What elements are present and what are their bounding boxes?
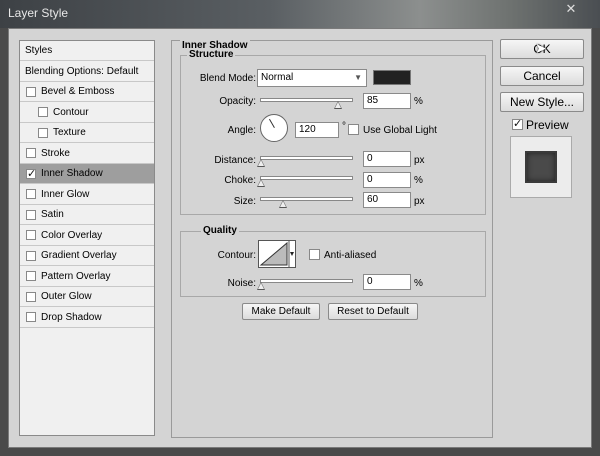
- distance-slider[interactable]: [257, 156, 353, 167]
- structure-title: Structure: [187, 49, 236, 60]
- layer-style-dialog: Styles Blending Options: Default Bevel & E…: [8, 28, 592, 448]
- noise-slider[interactable]: [257, 279, 353, 290]
- blend-mode-value: Normal: [261, 72, 294, 83]
- choke-label: Choke:: [224, 175, 256, 186]
- size-unit: px: [414, 196, 425, 207]
- sidebar-item-contour[interactable]: Contour: [20, 103, 154, 123]
- blend-mode-select[interactable]: Normal ▼: [257, 69, 367, 87]
- sidebar-item-checkbox[interactable]: [26, 271, 36, 281]
- angle-input[interactable]: 120: [295, 122, 339, 138]
- sidebar-item-stroke[interactable]: Stroke: [20, 144, 154, 164]
- noise-unit: %: [414, 278, 423, 289]
- sidebar-item-outer-glow[interactable]: Outer Glow: [20, 287, 154, 307]
- title-bar: Layer Style ✕: [0, 0, 600, 28]
- sidebar-item-label: Color Overlay: [41, 229, 103, 241]
- sidebar-item-label: Gradient Overlay: [41, 250, 117, 261]
- styles-list: Styles Blending Options: Default Bevel & E…: [19, 40, 155, 436]
- noise-input[interactable]: 0: [363, 274, 411, 290]
- contour-picker[interactable]: [258, 240, 296, 268]
- sidebar-item-label: Satin: [41, 209, 64, 220]
- sidebar-item-checkbox[interactable]: [26, 291, 36, 302]
- sidebar-item-checkbox[interactable]: [26, 167, 36, 180]
- shadow-color-swatch[interactable]: [373, 70, 411, 85]
- style-preview-swatch: [525, 151, 557, 183]
- quality-title: Quality: [201, 225, 239, 236]
- sidebar-item-pattern-overlay[interactable]: Pattern Overlay: [20, 267, 154, 287]
- mouse-cursor-icon: ➤: [535, 40, 547, 56]
- choke-input[interactable]: 0: [363, 172, 411, 188]
- sidebar-item-styles[interactable]: Styles: [20, 41, 154, 61]
- sidebar-item-satin[interactable]: Satin: [20, 205, 154, 225]
- contour-label: Contour:: [217, 250, 256, 261]
- distance-label: Distance:: [214, 155, 256, 166]
- sidebar-item-label: Texture: [53, 127, 86, 138]
- angle-dial[interactable]: [260, 114, 288, 142]
- opacity-input[interactable]: 85: [363, 93, 411, 109]
- use-global-light-label: Use Global Light: [363, 125, 437, 136]
- sidebar-item-texture[interactable]: Texture: [20, 123, 154, 143]
- close-icon[interactable]: ✕: [549, 0, 593, 19]
- angle-dial-needle: [269, 118, 275, 128]
- sidebar-item-checkbox[interactable]: [38, 127, 48, 138]
- opacity-label: Opacity:: [219, 96, 256, 107]
- cancel-button[interactable]: Cancel: [500, 66, 584, 86]
- use-global-light-checkbox[interactable]: [348, 124, 359, 135]
- sidebar-item-label: Blending Options: Default: [25, 65, 139, 77]
- noise-slider-handle[interactable]: [257, 282, 265, 290]
- sidebar-item-checkbox[interactable]: [26, 209, 36, 220]
- anti-aliased-checkbox[interactable]: [309, 249, 320, 260]
- distance-slider-handle[interactable]: [257, 159, 265, 167]
- sidebar-item-label: Drop Shadow: [41, 311, 102, 323]
- size-slider[interactable]: [260, 197, 353, 208]
- preview-label: Preview: [526, 118, 569, 132]
- angle-label: Angle:: [227, 125, 256, 136]
- sidebar-item-checkbox[interactable]: [38, 107, 48, 117]
- sidebar-item-label: Pattern Overlay: [41, 270, 111, 282]
- sidebar-item-label: Outer Glow: [41, 291, 92, 302]
- sidebar-item-label: Stroke: [41, 147, 70, 159]
- chevron-down-icon: ▼: [354, 73, 362, 82]
- sidebar-item-label: Contour: [53, 106, 89, 118]
- size-input[interactable]: 60: [363, 192, 411, 208]
- sidebar-item-gradient-overlay[interactable]: Gradient Overlay: [20, 246, 154, 266]
- sidebar-item-checkbox[interactable]: [26, 148, 36, 158]
- style-preview: [510, 136, 572, 198]
- distance-unit: px: [414, 155, 425, 166]
- blend-mode-label: Blend Mode:: [199, 73, 256, 84]
- sidebar-item-color-overlay[interactable]: Color Overlay: [20, 226, 154, 246]
- sidebar-item-checkbox[interactable]: [26, 189, 36, 199]
- sidebar-item-label: Bevel & Emboss: [41, 86, 115, 97]
- sidebar-item-checkbox[interactable]: [26, 250, 36, 261]
- sidebar-item-inner-glow[interactable]: Inner Glow: [20, 185, 154, 205]
- new-style-button[interactable]: New Style...: [500, 92, 584, 112]
- make-default-button[interactable]: Make Default: [242, 303, 320, 320]
- choke-slider[interactable]: [257, 176, 353, 187]
- noise-label: Noise:: [227, 278, 256, 289]
- window-title: Layer Style: [8, 6, 69, 20]
- angle-unit: °: [342, 121, 346, 132]
- sidebar-item-blending-options-default[interactable]: Blending Options: Default: [20, 62, 154, 82]
- sidebar-item-checkbox[interactable]: [26, 86, 36, 97]
- opacity-slider-handle[interactable]: [334, 101, 343, 109]
- distance-input[interactable]: 0: [363, 151, 411, 167]
- opacity-slider[interactable]: [260, 98, 353, 109]
- sidebar-item-label: Styles: [25, 45, 53, 56]
- choke-slider-handle[interactable]: [257, 179, 265, 187]
- choke-unit: %: [414, 175, 423, 186]
- reset-to-default-button[interactable]: Reset to Default: [328, 303, 418, 320]
- sidebar-item-checkbox[interactable]: [26, 312, 36, 322]
- sidebar-item-inner-shadow[interactable]: Inner Shadow: [20, 164, 154, 184]
- inner-shadow-panel: Inner Shadow Structure Blend Mode: Norma…: [171, 40, 493, 438]
- size-slider-handle[interactable]: [278, 200, 287, 208]
- sidebar-item-checkbox[interactable]: [26, 230, 36, 240]
- sidebar-item-bevel-emboss[interactable]: Bevel & Emboss: [20, 82, 154, 102]
- anti-aliased-label: Anti-aliased: [324, 250, 377, 261]
- size-label: Size:: [233, 196, 256, 207]
- opacity-unit: %: [414, 96, 423, 107]
- contour-preview-icon: [259, 241, 294, 267]
- sidebar-item-label: Inner Glow: [41, 188, 90, 200]
- preview-checkbox[interactable]: [512, 117, 523, 130]
- sidebar-item-drop-shadow[interactable]: Drop Shadow: [20, 308, 154, 328]
- sidebar-item-label: Inner Shadow: [41, 168, 103, 179]
